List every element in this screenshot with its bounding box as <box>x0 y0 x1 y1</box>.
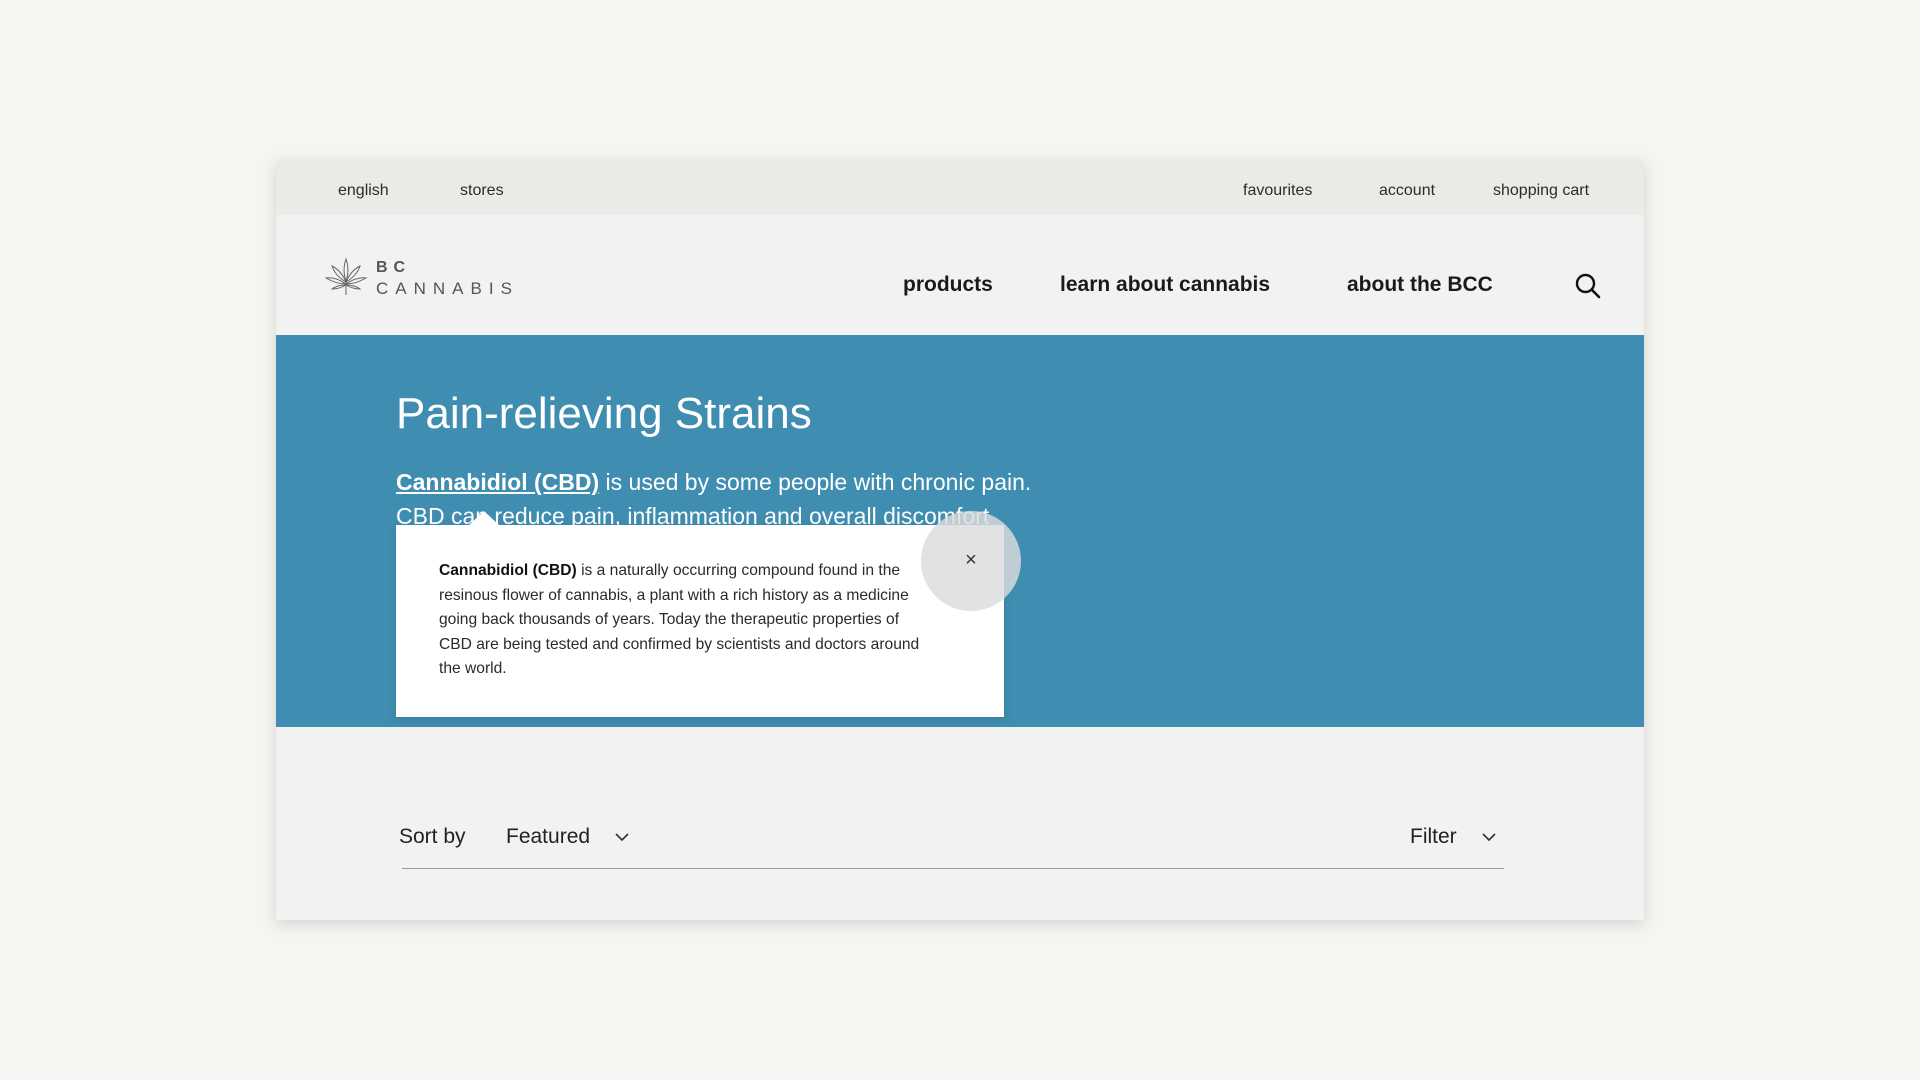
nav-about-bcc[interactable]: about the BCC <box>1347 273 1493 297</box>
stores-link[interactable]: stores <box>460 182 504 200</box>
browser-frame: english stores favourites account shoppi… <box>276 160 1644 920</box>
nav-learn-about-cannabis[interactable]: learn about cannabis <box>1060 273 1270 297</box>
filter-dropdown-label: Filter <box>1410 825 1457 848</box>
shopping-cart-link[interactable]: shopping cart <box>1493 182 1589 200</box>
account-link[interactable]: account <box>1379 182 1435 200</box>
chevron-down-icon <box>615 833 629 842</box>
popover-text: Cannabidiol (CBD) is a naturally occurri… <box>439 559 929 682</box>
toolbar-divider <box>402 868 1504 869</box>
nav-products[interactable]: products <box>903 273 993 297</box>
popover-term: Cannabidiol (CBD) <box>439 562 577 579</box>
sort-dropdown-value: Featured <box>506 825 591 848</box>
filter-dropdown[interactable]: Filter <box>1410 825 1497 849</box>
hero-intro-text: is used by some people with chronic pain… <box>599 469 1032 495</box>
sort-by-label: Sort by <box>399 825 466 848</box>
popover-arrow <box>468 511 500 526</box>
main-header: BC CANNABIS products learn about cannabi… <box>276 215 1644 335</box>
sort-dropdown[interactable]: Featured <box>506 825 630 849</box>
logo-text-bc: BC <box>376 259 412 276</box>
page-title: Pain-relieving Strains <box>396 389 812 438</box>
cannabis-leaf-icon <box>324 257 368 295</box>
popover-body: is a naturally occurring compound found … <box>439 562 920 677</box>
language-link[interactable]: english <box>338 182 389 200</box>
cbd-term-link[interactable]: Cannabidiol (CBD) <box>396 469 599 495</box>
chevron-down-icon <box>1481 833 1496 842</box>
hero-intro: Cannabidiol (CBD) is used by some people… <box>396 469 1031 496</box>
hero-banner: Pain-relieving Strains Cannabidiol (CBD)… <box>276 335 1644 727</box>
logo-text-cannabis: CANNABIS <box>376 279 519 298</box>
search-icon[interactable] <box>1574 272 1602 300</box>
utility-bar: english stores favourites account shoppi… <box>276 160 1644 215</box>
favourites-link[interactable]: favourites <box>1243 182 1312 200</box>
close-icon[interactable]: × <box>956 545 986 575</box>
cbd-definition-popover: Cannabidiol (CBD) is a naturally occurri… <box>396 511 1021 717</box>
